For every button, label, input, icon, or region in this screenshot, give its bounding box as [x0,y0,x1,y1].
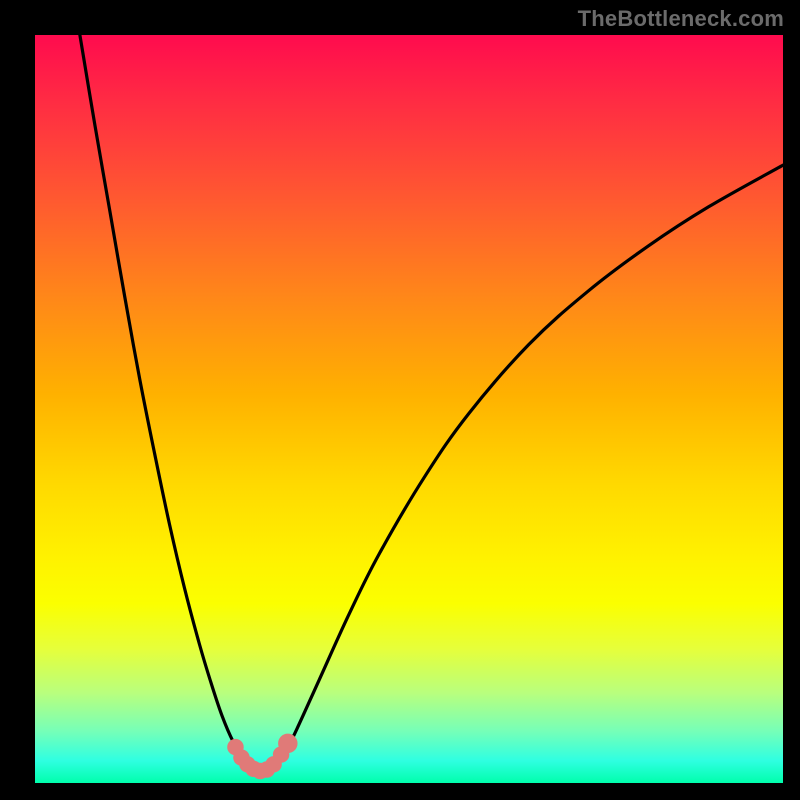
watermark-text: TheBottleneck.com [578,6,784,32]
chart-frame: TheBottleneck.com [0,0,800,800]
plot-area [35,35,783,783]
bottleneck-curve [80,35,783,774]
marker-layer [227,734,297,780]
curve-layer [35,35,783,783]
curve-marker [278,734,297,753]
